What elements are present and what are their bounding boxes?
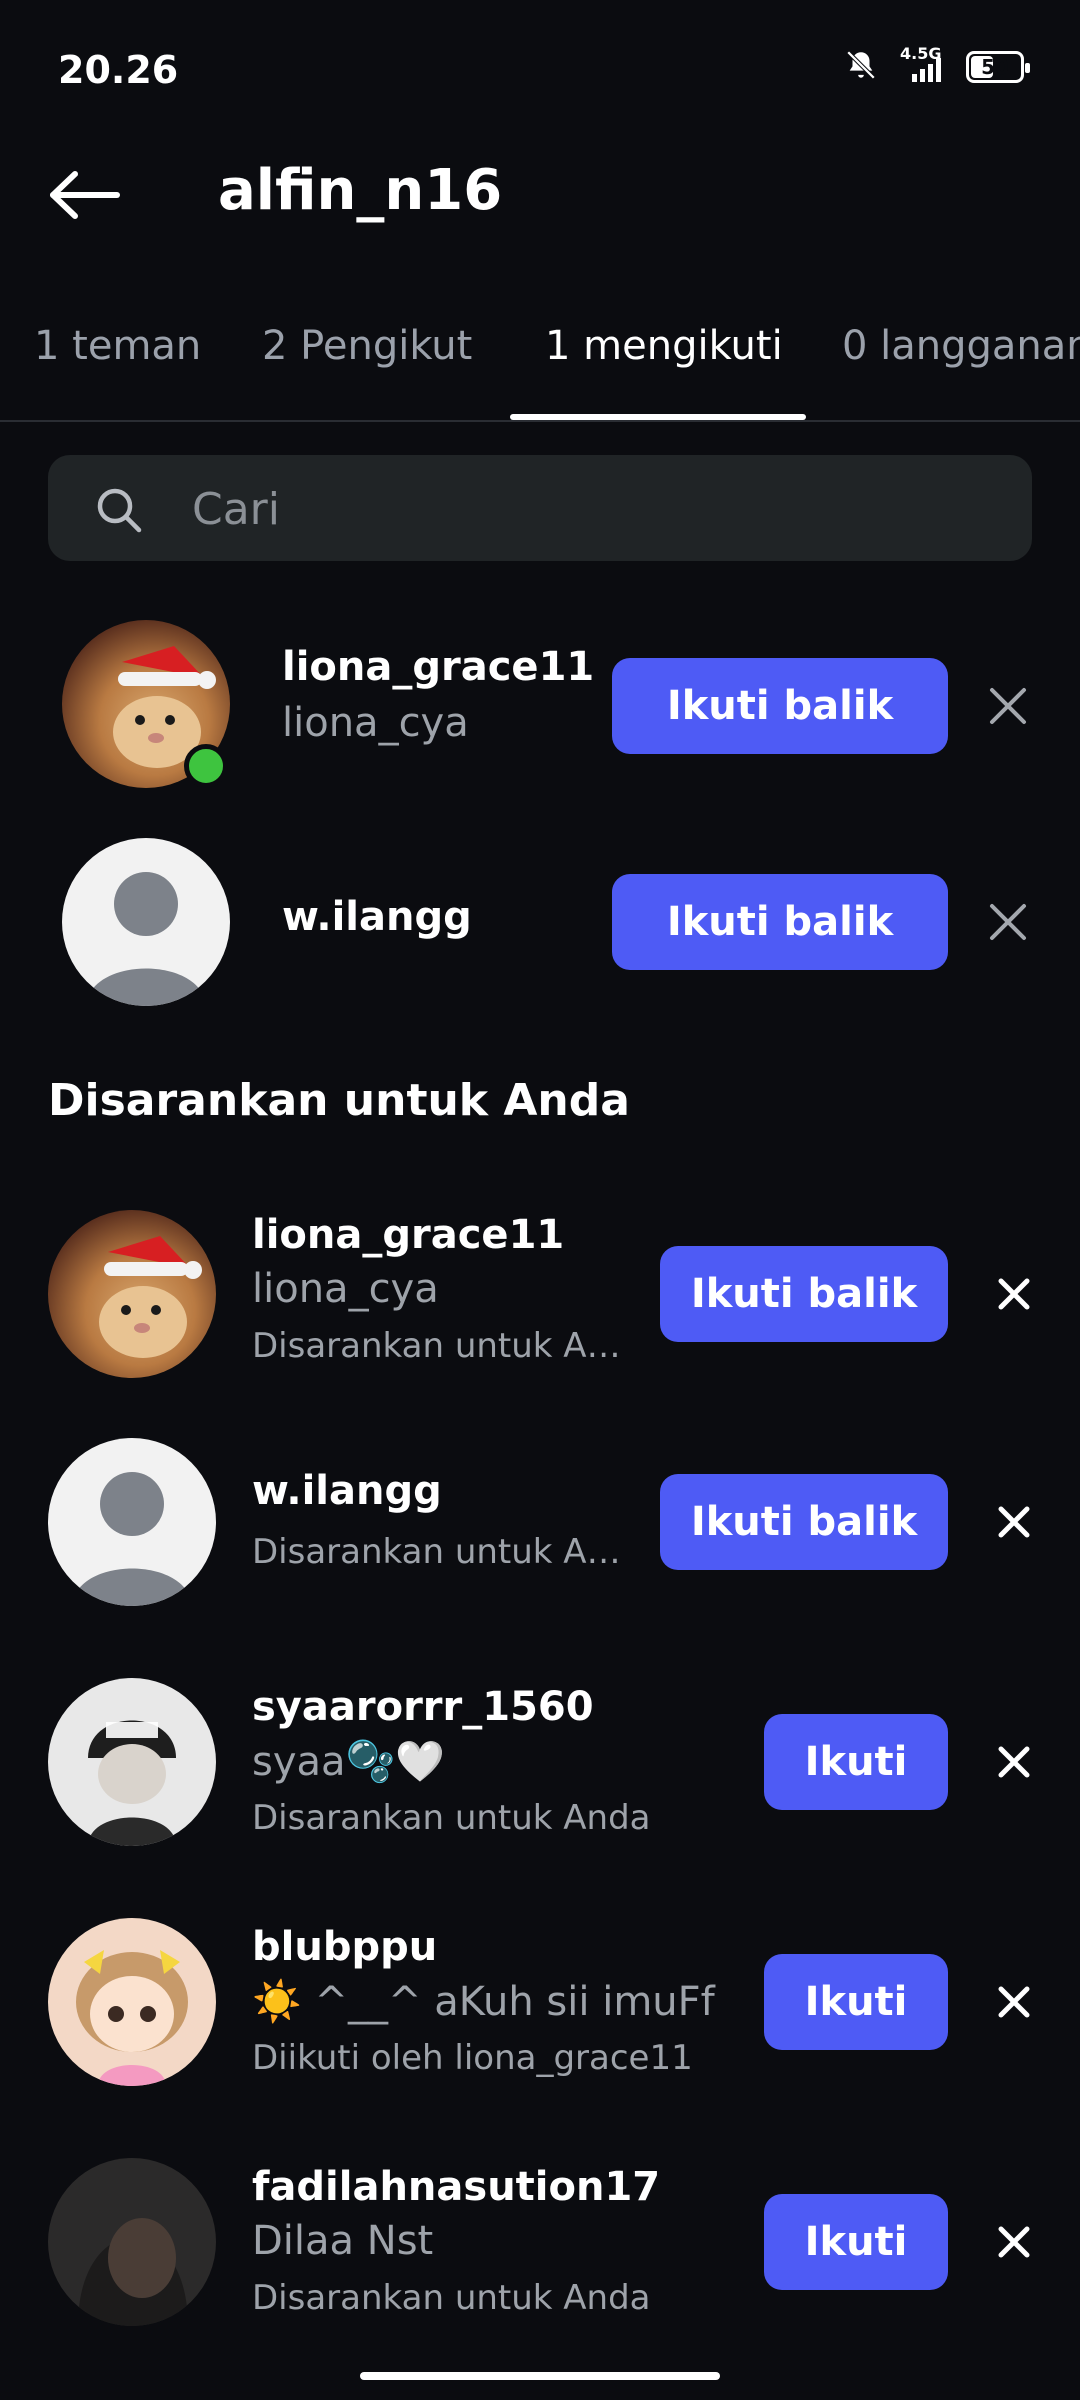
- display-name: Dilaa Nst: [252, 2218, 434, 2264]
- follow-back-button[interactable]: Ikuti balik: [660, 1246, 948, 1342]
- avatar-image: [99, 1236, 202, 1358]
- display-name: syaa🫧🤍: [252, 1739, 446, 1785]
- display-name: liona_cya: [282, 700, 469, 746]
- tab-subscriptions[interactable]: 0 langganan: [842, 323, 1080, 369]
- tab-bar: 1 teman 2 Pengikut 1 mengikuti 0 langgan…: [0, 285, 1080, 422]
- follow-back-button[interactable]: Ikuti balik: [612, 658, 948, 754]
- close-icon[interactable]: [984, 2212, 1044, 2272]
- follow-back-button[interactable]: Ikuti balik: [660, 1474, 948, 1570]
- avatar[interactable]: [48, 2158, 216, 2326]
- avatar[interactable]: [48, 1438, 216, 1606]
- signal-icon: 4.5G: [900, 46, 944, 84]
- suggested-row[interactable]: w.ilangg Disarankan untuk An... Ikuti ba…: [0, 1438, 1080, 1608]
- close-icon[interactable]: [984, 1264, 1044, 1324]
- remove-icon[interactable]: [978, 892, 1038, 952]
- status-icons: 4.5G 50: [844, 46, 1030, 86]
- suggestion-reason: Disarankan untuk Anda: [252, 1798, 651, 1838]
- default-avatar-icon: [86, 872, 206, 1006]
- search-input[interactable]: [190, 455, 994, 563]
- page-title: alfin_n16: [218, 158, 503, 223]
- follower-row[interactable]: liona_grace11 liona_cya Ikuti balik: [0, 620, 1080, 800]
- back-button[interactable]: [40, 150, 130, 240]
- home-indicator[interactable]: [360, 2372, 720, 2380]
- section-title: Disarankan untuk Anda: [48, 1075, 630, 1126]
- status-time: 20.26: [58, 48, 179, 92]
- follow-button[interactable]: Ikuti: [764, 1714, 948, 1810]
- suggestion-reason: Disarankan untuk An...: [252, 1326, 622, 1366]
- avatar-image: [76, 1950, 188, 2086]
- username[interactable]: fadilahnasution17: [252, 2164, 660, 2210]
- notifications-muted-icon: [844, 48, 878, 86]
- close-icon[interactable]: [984, 1732, 1044, 1792]
- username[interactable]: blubppu: [252, 1924, 437, 1970]
- default-avatar-icon: [72, 1472, 192, 1606]
- avatar[interactable]: [48, 1210, 216, 1378]
- username[interactable]: w.ilangg: [252, 1468, 442, 1514]
- follower-row[interactable]: w.ilangg Ikuti balik: [0, 838, 1080, 1018]
- tab-following[interactable]: 1 mengikuti: [545, 323, 783, 369]
- avatar-image: [88, 1720, 176, 1846]
- close-icon[interactable]: [984, 1492, 1044, 1552]
- search-icon: [94, 485, 144, 539]
- display-name: ☀️ ^__^ aKuh sii imuFf ...: [252, 1979, 722, 2025]
- back-arrow-icon: [50, 171, 120, 219]
- header: alfin_n16: [0, 140, 1080, 250]
- suggested-row[interactable]: blubppu ☀️ ^__^ aKuh sii imuFf ... Diiku…: [0, 1918, 1080, 2088]
- avatar[interactable]: [48, 1678, 216, 1846]
- online-status-dot: [184, 744, 228, 788]
- follow-button[interactable]: Ikuti: [764, 2194, 948, 2290]
- suggested-row[interactable]: syaarorrr_1560 syaa🫧🤍 Disarankan untuk A…: [0, 1678, 1080, 1848]
- username[interactable]: liona_grace11: [282, 644, 594, 690]
- suggestion-reason: Diikuti oleh liona_grace11: [252, 2038, 693, 2078]
- avatar[interactable]: [62, 838, 230, 1006]
- follow-button[interactable]: Ikuti: [764, 1954, 948, 2050]
- display-name: liona_cya: [252, 1266, 439, 1312]
- battery-icon: 50: [966, 51, 1030, 83]
- suggested-row[interactable]: liona_grace11 liona_cya Disarankan untuk…: [0, 1210, 1080, 1380]
- active-tab-indicator: [510, 414, 806, 420]
- suggested-row[interactable]: fadilahnasution17 Dilaa Nst Disarankan u…: [0, 2158, 1080, 2328]
- username[interactable]: liona_grace11: [252, 1212, 564, 1258]
- username[interactable]: w.ilangg: [282, 894, 472, 940]
- tab-followers[interactable]: 2 Pengikut: [262, 323, 472, 369]
- suggestion-reason: Disarankan untuk An...: [252, 1532, 622, 1572]
- avatar[interactable]: [48, 1918, 216, 2086]
- battery-level: 50: [981, 55, 1009, 79]
- username[interactable]: syaarorrr_1560: [252, 1684, 594, 1730]
- suggestion-reason: Disarankan untuk Anda: [252, 2278, 651, 2318]
- tab-friends[interactable]: 1 teman: [34, 323, 201, 369]
- follow-back-button[interactable]: Ikuti balik: [612, 874, 948, 970]
- status-bar: 20.26 4.5G 50: [0, 0, 1080, 140]
- search-box[interactable]: [48, 455, 1032, 563]
- avatar-image: [78, 2218, 188, 2326]
- remove-icon[interactable]: [978, 676, 1038, 736]
- close-icon[interactable]: [984, 1972, 1044, 2032]
